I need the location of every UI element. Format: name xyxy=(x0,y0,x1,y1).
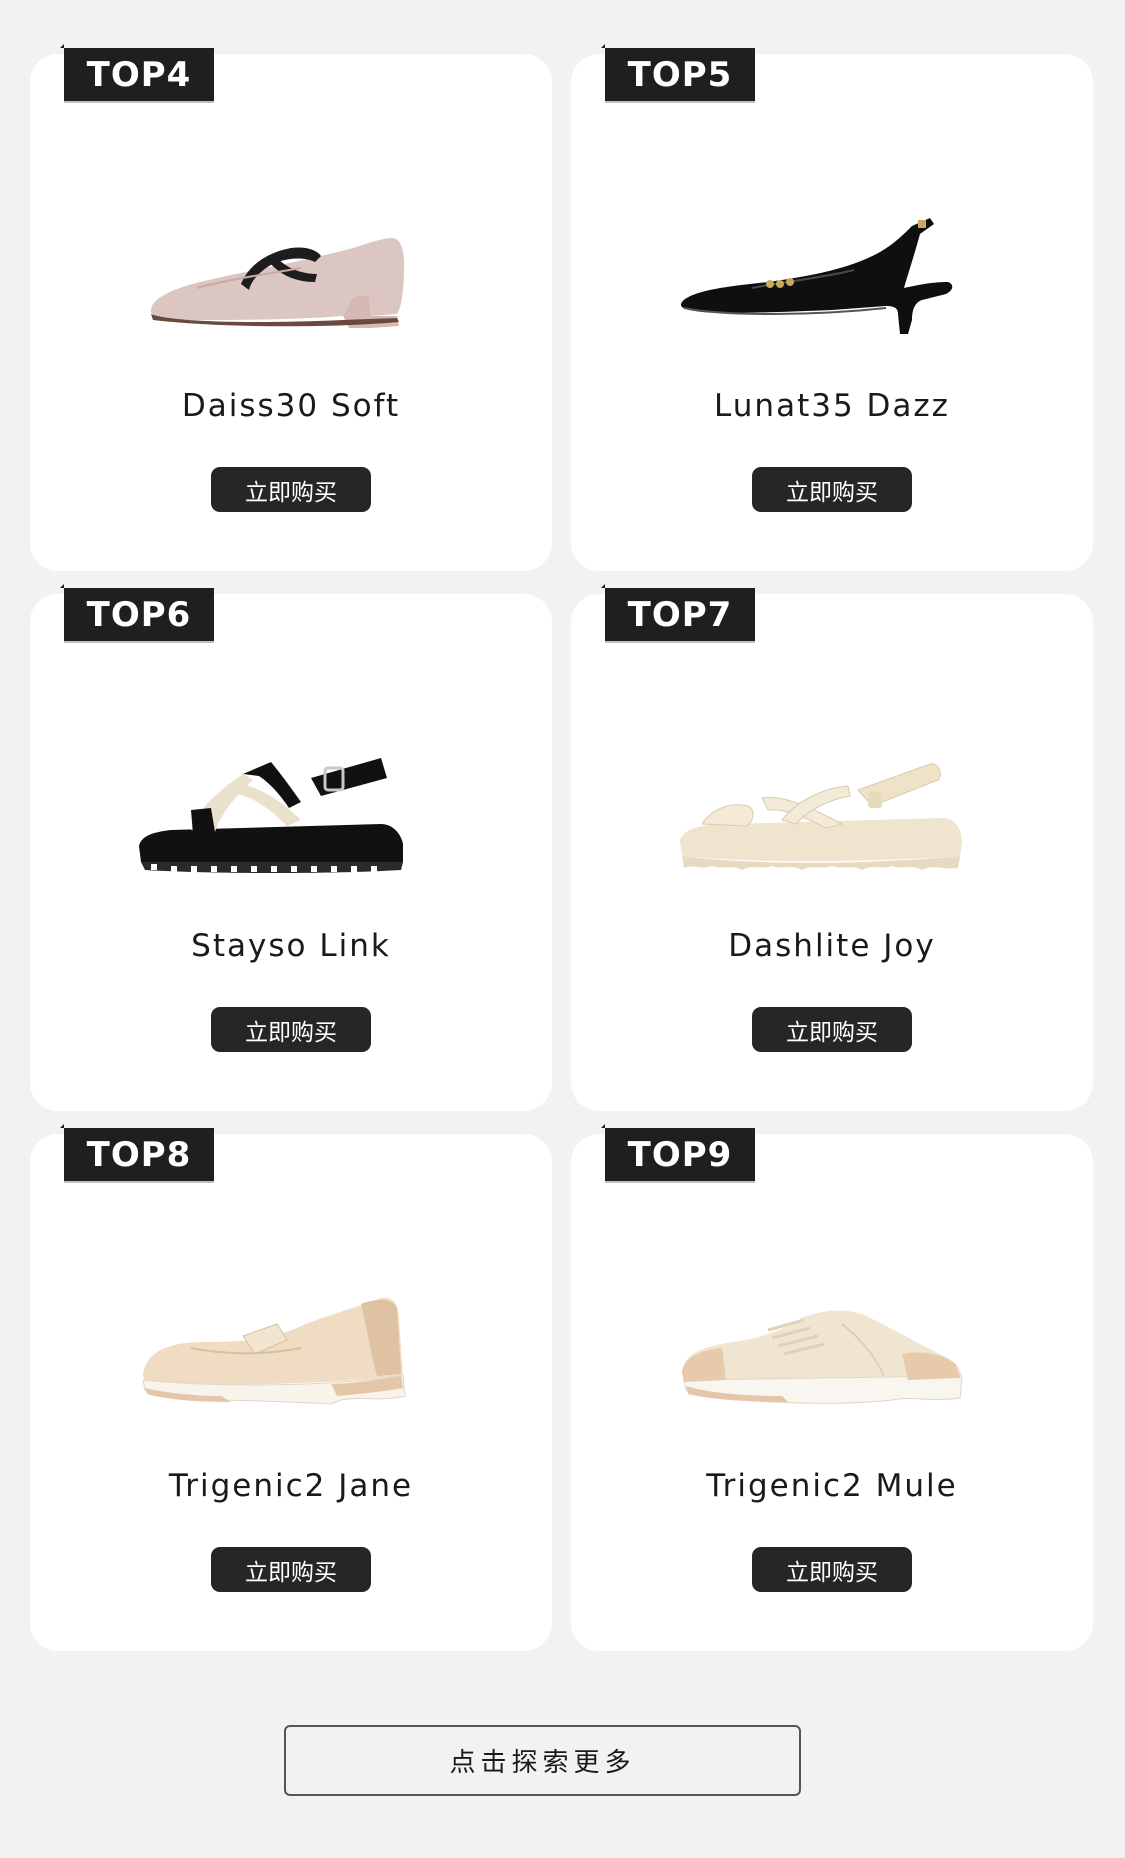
product-card[interactable]: TOP5 Lunat35 Dazz 立即购买 xyxy=(571,44,1093,571)
product-name: Dashlite Joy xyxy=(728,928,936,964)
rank-badge: TOP6 xyxy=(60,584,214,641)
black-patent-slingback-heel-image[interactable] xyxy=(672,204,992,334)
buy-now-button[interactable]: 立即购买 xyxy=(211,1007,371,1052)
rank-badge: TOP4 xyxy=(60,44,214,101)
beige-lace-up-mule-sneaker-image[interactable] xyxy=(672,1284,992,1414)
product-card[interactable]: TOP9 Trigenic2 Mule 立即购买 xyxy=(571,1124,1093,1651)
rank-badge: TOP5 xyxy=(601,44,755,101)
buy-now-button[interactable]: 立即购买 xyxy=(752,1007,912,1052)
product-name: Trigenic2 Mule xyxy=(706,1468,958,1504)
product-card[interactable]: TOP8 Trigenic2 Jane 立即购买 xyxy=(30,1124,552,1651)
pink-mary-jane-pump-image[interactable] xyxy=(131,204,451,334)
black-cream-platform-sandal-image[interactable] xyxy=(131,744,451,874)
rank-badge: TOP9 xyxy=(601,1124,755,1181)
product-card[interactable]: TOP4 Daiss30 Soft 立即购买 xyxy=(30,44,552,571)
buy-now-button[interactable]: 立即购买 xyxy=(752,467,912,512)
beige-mary-jane-sneaker-image[interactable] xyxy=(131,1284,451,1414)
buy-now-button[interactable]: 立即购买 xyxy=(752,1547,912,1592)
buy-now-button[interactable]: 立即购买 xyxy=(211,467,371,512)
product-card[interactable]: TOP7 Dashlite Joy 立即购买 xyxy=(571,584,1093,1111)
rank-badge: TOP7 xyxy=(601,584,755,641)
cream-strappy-sport-sandal-image[interactable] xyxy=(672,744,992,874)
product-name: Lunat35 Dazz xyxy=(714,388,950,424)
explore-more-button[interactable]: 点击探索更多 xyxy=(284,1725,801,1796)
buy-now-button[interactable]: 立即购买 xyxy=(211,1547,371,1592)
product-name: Stayso Link xyxy=(191,928,391,964)
product-name: Daiss30 Soft xyxy=(181,388,401,424)
product-name: Trigenic2 Jane xyxy=(168,1468,414,1504)
rank-badge: TOP8 xyxy=(60,1124,214,1181)
product-card[interactable]: TOP6 Stayso Link 立即购买 xyxy=(30,584,552,1111)
